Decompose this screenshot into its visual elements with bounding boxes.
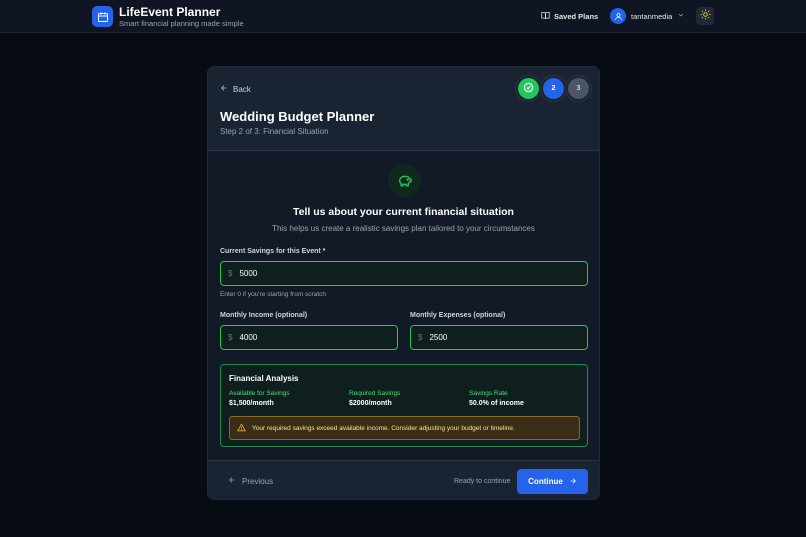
back-button[interactable]: Back <box>220 84 251 94</box>
saved-plans-label: Saved Plans <box>554 12 599 21</box>
theme-toggle-button[interactable] <box>696 7 714 25</box>
app-title[interactable]: LifeEvent Planner <box>119 5 220 19</box>
arrow-left-icon <box>220 84 228 94</box>
user-menu[interactable]: tantanmedia <box>610 8 685 24</box>
currency-symbol: $ <box>228 333 233 342</box>
arrow-right-icon <box>569 477 577 487</box>
expenses-input[interactable]: $ 2500 <box>410 325 588 350</box>
income-label: Monthly Income (optional) <box>220 312 308 319</box>
sun-icon <box>699 7 711 25</box>
metric-label: Savings Rate <box>469 390 508 397</box>
section-heading: Tell us about your current financial sit… <box>293 206 514 218</box>
expenses-value: 2500 <box>429 333 448 342</box>
calendar-icon[interactable] <box>92 6 113 27</box>
app-subtitle: Smart financial planning made simple <box>119 19 244 28</box>
chevron-down-icon <box>677 11 685 21</box>
income-input[interactable]: $ 4000 <box>220 325 398 350</box>
user-icon <box>610 8 626 24</box>
step-1-completed[interactable] <box>518 78 539 99</box>
card-footer: Previous Ready to continue Continue <box>208 460 599 499</box>
continue-label: Continue <box>528 477 563 486</box>
planner-card: Back 2 3 Wedding Budget Planner Step 2 o… <box>207 66 600 500</box>
saved-plans-button[interactable]: Saved Plans <box>541 11 598 22</box>
top-navigation-bar: LifeEvent Planner Smart financial planni… <box>0 0 806 33</box>
currency-symbol: $ <box>228 269 233 278</box>
previous-button[interactable]: Previous <box>228 476 273 486</box>
metric-value: $2000/month <box>349 400 392 407</box>
savings-value: 5000 <box>239 269 258 278</box>
status-text: Ready to continue <box>454 478 511 485</box>
metric-available: Available for Savings $1,500/month <box>229 390 290 407</box>
metric-value: $1,500/month <box>229 400 274 407</box>
financial-analysis-panel: Financial Analysis Available for Savings… <box>220 364 588 447</box>
expenses-label: Monthly Expenses (optional) <box>410 312 506 319</box>
metric-label: Available for Savings <box>229 390 290 397</box>
savings-help-text: Enter 0 if you're starting from scratch <box>220 291 327 298</box>
analysis-title: Financial Analysis <box>229 374 299 383</box>
step-2-current[interactable]: 2 <box>543 78 564 99</box>
book-icon <box>541 11 550 22</box>
savings-input[interactable]: $ 5000 <box>220 261 588 286</box>
savings-label: Current Savings for this Event * <box>220 248 326 255</box>
check-circle-icon <box>523 82 534 95</box>
metric-rate: Savings Rate 50.0% of income <box>469 390 524 407</box>
income-value: 4000 <box>239 333 258 342</box>
page-title: Wedding Budget Planner <box>220 109 375 124</box>
step-subtitle: Step 2 of 3: Financial Situation <box>220 127 329 136</box>
continue-button[interactable]: Continue <box>517 469 588 494</box>
step-indicator: 2 3 <box>518 78 589 99</box>
metric-value: 50.0% of income <box>469 400 524 407</box>
step-3-upcoming[interactable]: 3 <box>568 78 589 99</box>
username: tantanmedia <box>631 11 673 21</box>
metric-required: Required Savings $2000/month <box>349 390 400 407</box>
warning-text: Your required savings exceed available i… <box>252 424 515 432</box>
piggy-bank-icon <box>388 164 421 197</box>
arrow-left-icon <box>228 476 236 486</box>
back-label: Back <box>233 84 251 94</box>
warning-triangle-icon <box>237 422 246 434</box>
section-description: This helps us create a realistic savings… <box>272 224 535 233</box>
warning-alert: Your required savings exceed available i… <box>229 416 580 440</box>
metric-label: Required Savings <box>349 390 401 397</box>
card-header: Back 2 3 Wedding Budget Planner Step 2 o… <box>208 67 599 151</box>
previous-label: Previous <box>242 476 274 486</box>
currency-symbol: $ <box>418 333 423 342</box>
